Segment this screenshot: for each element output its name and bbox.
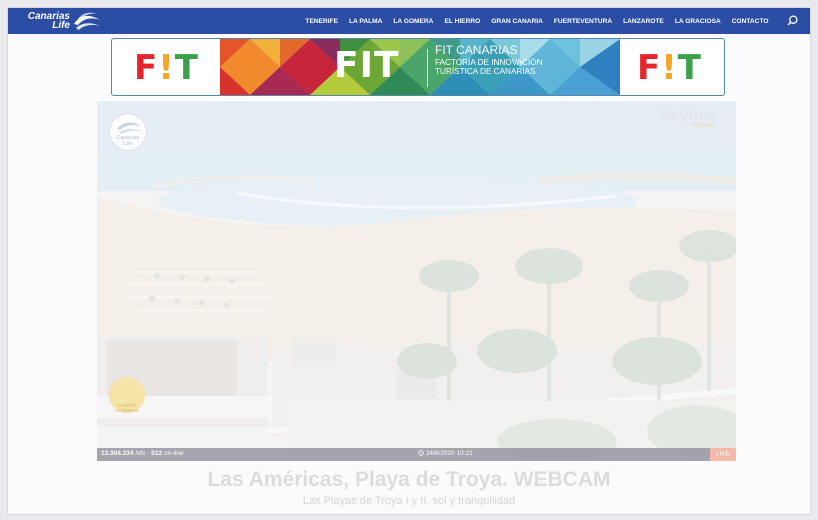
hits-label: hits: [135, 450, 146, 457]
page-title: Las Américas, Playa de Troya. WEBCAM: [207, 468, 611, 491]
fit-logo-left: F!T: [134, 48, 199, 88]
skyline-brand-sub: WEBCAMS: [690, 123, 716, 129]
live-badge[interactable]: LIVE: [710, 448, 736, 461]
page: Canarias Life TENERIFE LA PALMA LA GOMER…: [7, 7, 811, 515]
nav-contacto[interactable]: CONTACTO: [726, 18, 774, 25]
nav-la-graciosa[interactable]: LA GRACIOSA: [669, 18, 726, 25]
webcam-status-bar: 13.304.334 hits · 512 on-line 24/6/2020 …: [97, 448, 736, 461]
cam-logo-text: Canarias Life: [116, 135, 140, 147]
nav-la-palma[interactable]: LA PALMA: [344, 18, 388, 25]
main-nav: TENERIFE LA PALMA LA GOMERA EL HIERRO GR…: [300, 8, 774, 34]
webcam-timestamp: 24/6/2020 10:21: [418, 450, 473, 457]
hits-count: 13.304.334: [101, 450, 134, 457]
watermark-text: CAMPUS CANARIAS: [115, 403, 139, 413]
site-logo[interactable]: Canarias Life: [26, 10, 136, 32]
timestamp-text: 24/6/2020 10:21: [425, 450, 473, 457]
banner-subtitle: FACTORÍA DE INNOVACIÓN TURÍSTICA DE CANA…: [435, 58, 543, 76]
online-label: on-line: [163, 450, 184, 457]
nav-el-hierro[interactable]: EL HIERRO: [439, 18, 486, 25]
fit-canarias-banner[interactable]: F!T FIT FIT CANARIAS FACTORÍA DE INNOVAC…: [111, 38, 725, 96]
wave-logo-icon: [74, 12, 100, 30]
site-header: Canarias Life TENERIFE LA PALMA LA GOMER…: [8, 8, 810, 34]
nav-lanzarote[interactable]: LANZAROTE: [618, 18, 670, 25]
fit-logo-center: FIT: [334, 45, 400, 86]
banner-mosaic: [220, 39, 620, 95]
webcam-player[interactable]: Skyline WEBCAMS Canarias Life CAMPUS CAN…: [97, 101, 736, 461]
visitor-stats: 13.304.334 hits · 512 on-line: [101, 450, 183, 457]
clock-icon: [418, 450, 424, 456]
wave-logo-icon: [117, 122, 141, 134]
nav-fuerteventura[interactable]: FUERTEVENTURA: [548, 18, 617, 25]
nav-gran-canaria[interactable]: GRAN CANARIA: [486, 18, 549, 25]
campus-canarias-watermark: CAMPUS CANARIAS: [109, 377, 145, 413]
online-count: 512: [151, 450, 163, 457]
search-icon[interactable]: [787, 15, 798, 26]
webcam-image: [97, 101, 736, 461]
canarias-life-cam-logo: Canarias Life: [109, 113, 147, 151]
skyline-brand: Skyline: [658, 105, 718, 124]
banner-title: FIT CANARIAS: [435, 43, 518, 57]
banner-divider: [427, 49, 428, 87]
nav-la-gomera[interactable]: LA GOMERA: [388, 18, 439, 25]
logo-line-2: Life: [52, 20, 70, 31]
stats-separator: ·: [147, 450, 150, 457]
nav-tenerife[interactable]: TENERIFE: [300, 18, 344, 25]
fit-logo-right: F!T: [637, 48, 702, 88]
page-subtitle: Las Playas de Troya I y II, sol y tranqu…: [302, 495, 516, 507]
